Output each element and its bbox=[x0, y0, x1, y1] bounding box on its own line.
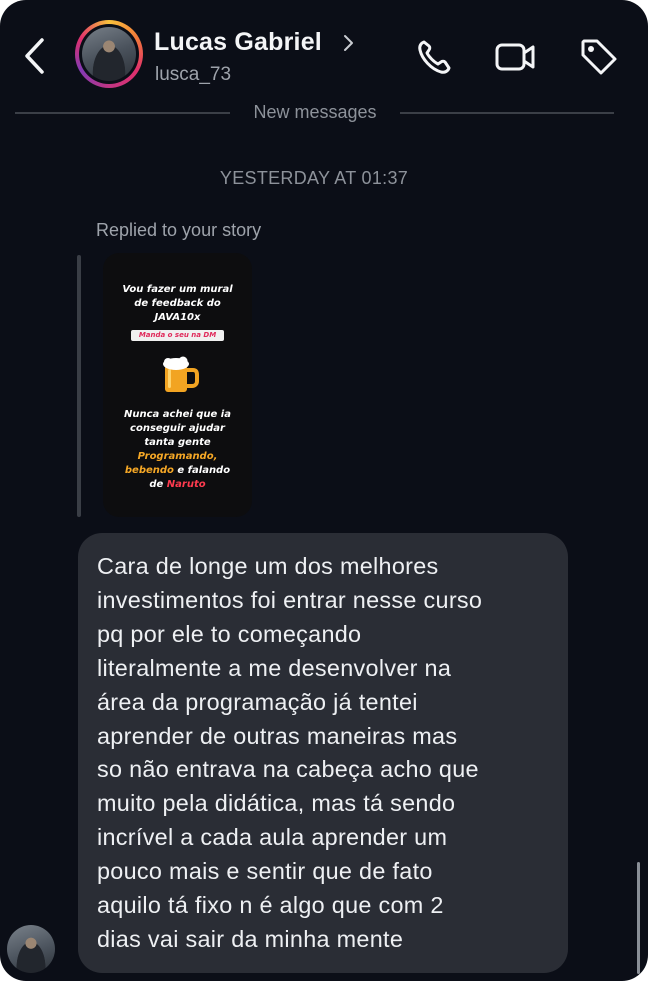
story-line: Nunca achei que ia bbox=[124, 409, 231, 420]
chevron-right-icon[interactable] bbox=[342, 33, 356, 53]
avatar-photo bbox=[82, 27, 136, 81]
message-line: Cara de longe um dos melhores bbox=[97, 553, 439, 579]
new-messages-divider: New messages bbox=[0, 101, 648, 125]
message-line: pouco mais e sentir que de fato bbox=[97, 858, 433, 885]
tag-icon[interactable] bbox=[578, 36, 620, 78]
message-line: dias vai sair da minha mente bbox=[97, 925, 404, 952]
story-line: bebendo e falando bbox=[103, 464, 252, 478]
message-line: so não entrava na cabeça acho que bbox=[97, 756, 479, 783]
story-line-highlight: Programando, bbox=[137, 451, 218, 462]
chat-header: Lucas Gabriel lusca_73 bbox=[0, 0, 648, 100]
story-word: e falando bbox=[173, 465, 231, 476]
phone-icon[interactable] bbox=[414, 36, 456, 78]
story-word-highlight: Naruto bbox=[166, 479, 206, 490]
message-line: investimentos foi entrar nesse curso bbox=[97, 586, 483, 613]
story-header-text: Vou fazer um mural de feedback do JAVA10… bbox=[103, 283, 252, 342]
story-line: de Naruto bbox=[103, 478, 252, 492]
story-line: JAVA10x bbox=[154, 312, 201, 323]
story-line: tanta gente bbox=[144, 437, 211, 448]
story-line: Vou fazer um mural bbox=[122, 284, 233, 295]
sender-avatar[interactable] bbox=[7, 925, 55, 973]
chat-screen: Lucas Gabriel lusca_73 New messages YEST… bbox=[0, 0, 648, 981]
scrollbar[interactable] bbox=[637, 862, 640, 974]
story-body-text: Nunca achei que ia conseguir ajudar tant… bbox=[103, 408, 252, 492]
message-line: pq por ele to começando bbox=[97, 620, 362, 647]
contact-avatar[interactable] bbox=[75, 20, 143, 88]
story-line: conseguir ajudar bbox=[130, 423, 225, 434]
message-line: área da programação já tentei bbox=[97, 688, 418, 715]
message-line: aquilo tá fixo n é algo que com 2 bbox=[97, 892, 444, 919]
divider-line-left bbox=[15, 112, 230, 114]
beer-mug-icon bbox=[163, 356, 199, 392]
back-button[interactable] bbox=[18, 34, 54, 78]
contact-handle: lusca_73 bbox=[155, 64, 232, 85]
story-line: de feedback do bbox=[134, 298, 221, 309]
message-bubble[interactable]: Cara de longe um dos melhores investimen… bbox=[78, 533, 568, 973]
message-line: aprender de outras maneiras mas bbox=[97, 722, 458, 749]
message-line: incrível a cada aula aprender um bbox=[97, 824, 448, 851]
divider-label: New messages bbox=[253, 102, 377, 122]
message-timestamp: YESTERDAY AT 01:37 bbox=[219, 168, 409, 188]
story-badge: Manda o seu na DM bbox=[130, 330, 225, 341]
video-camera-icon[interactable] bbox=[494, 36, 536, 78]
story-reply-label: Replied to your story bbox=[96, 220, 262, 240]
divider-line-right bbox=[400, 112, 614, 114]
contact-name[interactable]: Lucas Gabriel bbox=[154, 28, 322, 57]
story-word-highlight: bebendo bbox=[124, 465, 174, 476]
story-thumbnail[interactable]: Vou fazer um mural de feedback do JAVA10… bbox=[103, 253, 252, 517]
avatar-frame bbox=[79, 24, 139, 84]
message-line: literalmente a me desenvolver na bbox=[97, 654, 452, 681]
reply-quote-bar bbox=[77, 255, 81, 517]
back-arrow-icon bbox=[25, 38, 44, 74]
story-word: de bbox=[149, 479, 167, 490]
message-line: muito pela didática, mas tá sendo bbox=[97, 790, 456, 817]
